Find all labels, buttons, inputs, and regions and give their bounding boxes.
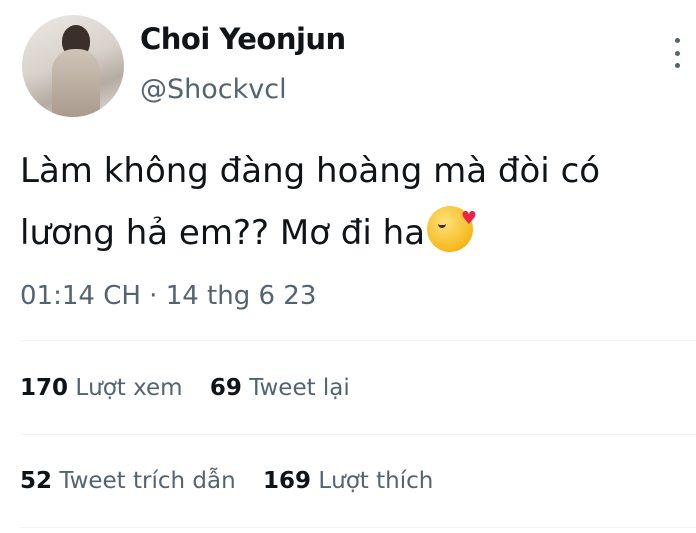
display-name[interactable]: Choi Yeonjun: [140, 22, 346, 56]
tweet-text-line-1: Làm không đàng hoàng mà đòi có: [20, 151, 601, 191]
stats-row-1: 170 Lượt xem 69 Tweet lại: [20, 375, 370, 401]
likes-count: 169: [263, 468, 312, 494]
views-count: 170: [20, 375, 69, 401]
quotes-stat[interactable]: 52 Tweet trích dẫn: [20, 468, 236, 494]
avatar[interactable]: [22, 15, 124, 117]
likes-stat[interactable]: 169 Lượt thích: [263, 468, 433, 494]
divider: [20, 527, 696, 528]
more-dot: [674, 50, 680, 56]
more-options-icon[interactable]: [668, 38, 686, 68]
quotes-count: 52: [20, 468, 53, 494]
more-dot: [674, 38, 680, 43]
retweets-count: 69: [209, 375, 242, 401]
divider: [20, 340, 696, 341]
views-label: Lượt xem: [75, 375, 183, 401]
views-stat[interactable]: 170 Lượt xem: [20, 375, 183, 401]
user-handle[interactable]: @Shockvcl: [140, 74, 287, 105]
retweets-label: Tweet lại: [249, 375, 350, 401]
retweets-stat[interactable]: 69 Tweet lại: [210, 375, 350, 401]
divider: [20, 434, 696, 435]
avatar-body-shape: [52, 49, 100, 117]
tweet-timestamp[interactable]: 01:14 CH · 14 thg 6 23: [20, 281, 316, 311]
more-dot: [674, 63, 680, 68]
kiss-emoji-icon: [427, 188, 477, 252]
stats-row-2: 52 Tweet trích dẫn 169 Lượt thích: [20, 468, 453, 494]
likes-label: Lượt thích: [318, 468, 434, 494]
tweet-text-line-2: lương hả em?? Mơ đi ha: [20, 188, 680, 264]
tweet-text-line-2-text: lương hả em?? Mơ đi ha: [20, 213, 426, 253]
tweet-text: Làm không đàng hoàng mà đòi có lương hả …: [20, 140, 680, 264]
quotes-label: Tweet trích dẫn: [59, 468, 236, 494]
